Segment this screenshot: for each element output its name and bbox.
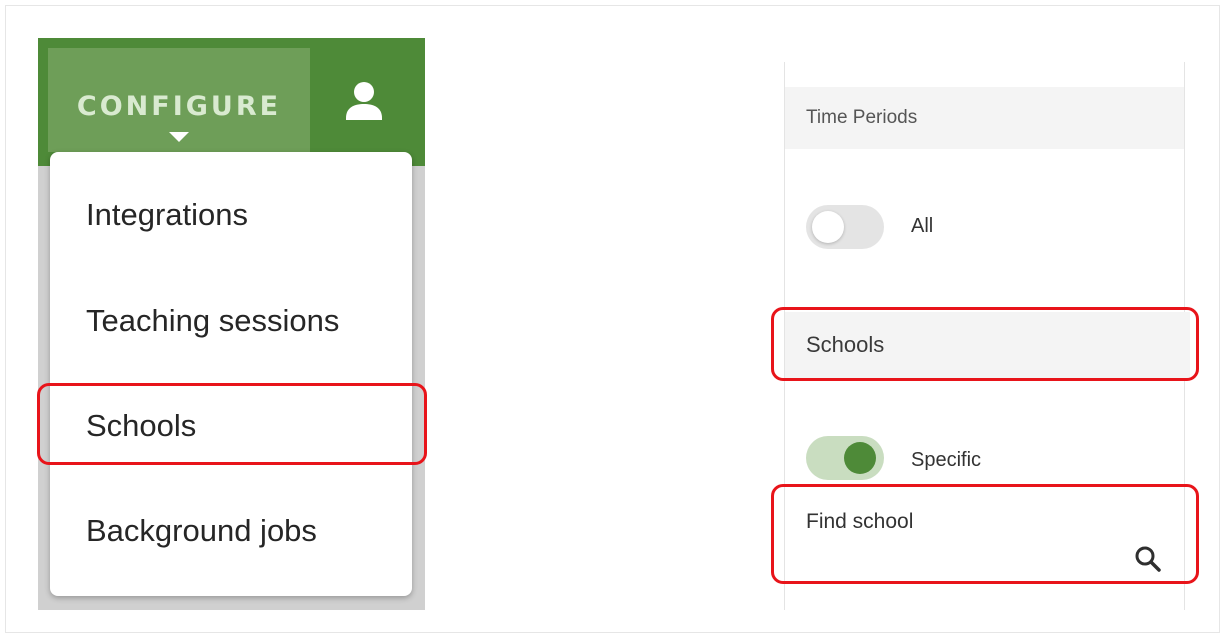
time-periods-header: Time Periods bbox=[785, 87, 1184, 149]
configure-dropdown-menu: Integrations Teaching sessions Schools B… bbox=[50, 152, 412, 596]
app-header: CONFIGURE bbox=[38, 38, 425, 166]
caret-down-icon bbox=[169, 132, 189, 142]
time-periods-all-toggle[interactable] bbox=[806, 205, 884, 249]
menu-item-background-jobs[interactable]: Background jobs bbox=[50, 501, 412, 561]
schools-specific-toggle[interactable] bbox=[806, 436, 884, 480]
app-panel: CONFIGURE Integrations Teaching sessions… bbox=[38, 38, 425, 610]
time-periods-all-label: All bbox=[911, 215, 934, 237]
menu-item-schools[interactable]: Schools bbox=[50, 396, 412, 456]
toggle-knob bbox=[812, 211, 844, 243]
find-school-label: Find school bbox=[806, 510, 914, 533]
toggle-knob bbox=[844, 442, 876, 474]
menu-item-teaching-sessions[interactable]: Teaching sessions bbox=[50, 291, 412, 351]
configure-label: CONFIGURE bbox=[76, 91, 282, 122]
filter-panel: Time Periods All Schools Specific Find s… bbox=[784, 62, 1190, 610]
find-school-input[interactable]: Find school bbox=[785, 486, 1184, 586]
user-icon bbox=[346, 82, 382, 120]
user-account-button[interactable] bbox=[336, 74, 392, 130]
menu-item-integrations[interactable]: Integrations bbox=[50, 185, 412, 245]
schools-section-header: Schools bbox=[785, 312, 1190, 378]
configure-menu-button[interactable]: CONFIGURE bbox=[48, 48, 310, 152]
schools-specific-label: Specific bbox=[911, 449, 982, 471]
search-icon[interactable] bbox=[1131, 542, 1165, 576]
